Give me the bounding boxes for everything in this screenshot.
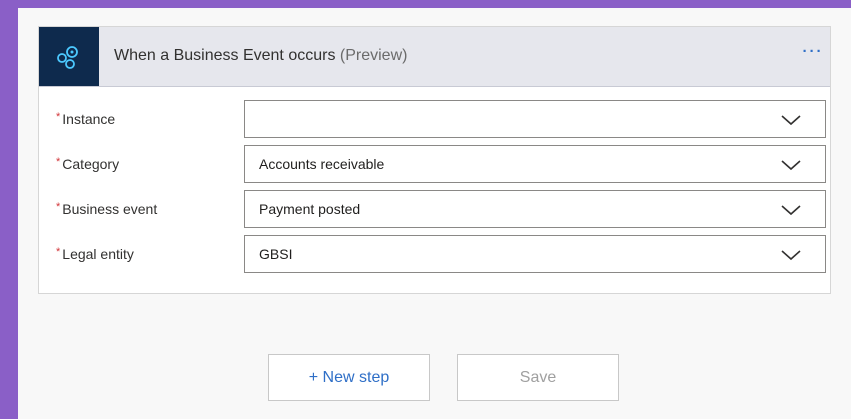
category-value: Accounts receivable xyxy=(259,156,385,172)
category-dropdown[interactable]: Accounts receivable xyxy=(244,145,826,183)
field-row-legal-entity: * Legal entity GBSI xyxy=(39,235,830,273)
business-event-icon xyxy=(39,27,99,86)
business-event-dropdown[interactable]: Payment posted xyxy=(244,190,826,228)
save-button[interactable]: Save xyxy=(457,354,619,401)
trigger-title-text: When a Business Event occurs xyxy=(114,47,336,64)
required-marker: * xyxy=(56,111,61,123)
field-row-business-event: * Business event Payment posted xyxy=(39,190,830,228)
category-label-text: Category xyxy=(62,156,120,172)
category-label: * Category xyxy=(56,156,119,172)
business-event-value: Payment posted xyxy=(259,201,361,217)
required-marker: * xyxy=(56,246,61,258)
new-step-button[interactable]: + New step xyxy=(268,354,430,401)
more-options-button[interactable]: ··· xyxy=(796,44,830,67)
legal-entity-label: * Legal entity xyxy=(56,246,134,262)
field-row-instance: * Instance xyxy=(39,100,830,138)
chevron-down-icon xyxy=(781,250,801,261)
trigger-title: When a Business Event occurs (Preview) xyxy=(114,47,407,65)
business-event-label-text: Business event xyxy=(62,201,158,217)
business-event-label: * Business event xyxy=(56,201,157,217)
required-marker: * xyxy=(56,201,61,213)
instance-label: * Instance xyxy=(56,111,115,127)
chevron-down-icon xyxy=(781,160,801,171)
required-marker: * xyxy=(56,156,61,168)
legal-entity-label-text: Legal entity xyxy=(62,246,134,262)
chevron-down-icon xyxy=(781,115,801,126)
field-row-category: * Category Accounts receivable xyxy=(39,145,830,183)
trigger-title-suffix: (Preview) xyxy=(339,47,408,64)
trigger-card-header[interactable]: When a Business Event occurs (Preview) ·… xyxy=(39,27,830,87)
legal-entity-dropdown[interactable]: GBSI xyxy=(244,235,826,273)
legal-entity-value: GBSI xyxy=(259,246,293,262)
instance-dropdown[interactable] xyxy=(244,100,826,138)
flow-designer-canvas: When a Business Event occurs (Preview) ·… xyxy=(18,8,851,419)
trigger-card: When a Business Event occurs (Preview) ·… xyxy=(38,26,831,294)
chevron-down-icon xyxy=(781,205,801,216)
instance-label-text: Instance xyxy=(62,111,116,127)
